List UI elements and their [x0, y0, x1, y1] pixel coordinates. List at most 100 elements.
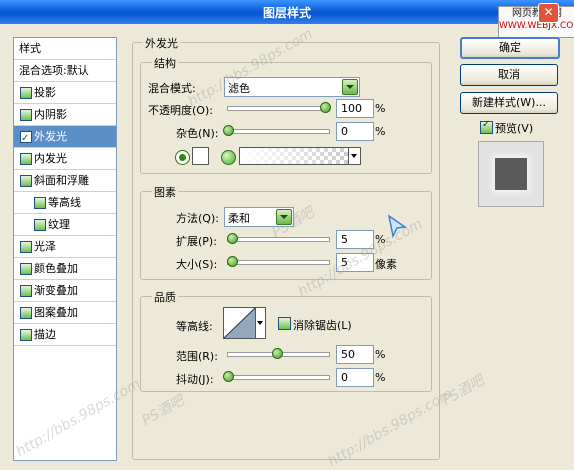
- style-list-item[interactable]: 描边: [14, 324, 116, 346]
- gradient-radio[interactable]: [221, 150, 236, 165]
- opacity-slider-track[interactable]: [227, 106, 330, 111]
- jitter-slider-thumb[interactable]: [223, 371, 234, 382]
- style-list-item-label: 图案叠加: [34, 306, 78, 319]
- close-icon[interactable]: ✕: [538, 3, 559, 23]
- style-list-item-label: 纹理: [48, 218, 70, 231]
- style-checkbox[interactable]: [20, 128, 32, 149]
- style-checkbox[interactable]: [34, 197, 46, 209]
- style-list-item[interactable]: 内发光: [14, 148, 116, 170]
- quality-title: 品质: [152, 289, 178, 305]
- blend-options-item[interactable]: 混合选项:默认: [14, 60, 116, 82]
- noise-label: 杂色(N):: [176, 127, 219, 140]
- title-bar: 图层样式: [0, 0, 574, 24]
- contour-dropdown[interactable]: [255, 307, 266, 339]
- chevron-down-icon: [257, 321, 263, 325]
- jitter-input[interactable]: 0: [336, 368, 374, 387]
- style-list-item[interactable]: 颜色叠加: [14, 258, 116, 280]
- range-input[interactable]: 50: [336, 345, 374, 364]
- corner-watermark: 网页教学网 WWW.WEBJX.COM: [498, 6, 574, 38]
- antialias-checkbox[interactable]: [278, 317, 291, 330]
- style-checkbox[interactable]: [34, 219, 46, 231]
- style-checkbox[interactable]: [20, 109, 32, 121]
- gradient-dropdown[interactable]: [348, 147, 361, 165]
- solid-color-radio[interactable]: [175, 150, 190, 165]
- range-value: 50: [341, 348, 355, 361]
- jitter-value: 0: [341, 371, 348, 384]
- corner-watermark-line1: 网页教学网: [512, 8, 562, 19]
- style-list-item-label: 光泽: [34, 240, 56, 253]
- gradient-swatch[interactable]: [239, 147, 350, 165]
- style-list-item-label: 外发光: [34, 130, 67, 143]
- style-checkbox[interactable]: [20, 263, 32, 275]
- method-value: 柔和: [228, 212, 250, 225]
- spread-value: 5: [341, 233, 348, 246]
- size-unit: 像素: [375, 258, 397, 271]
- style-checkbox[interactable]: [20, 307, 32, 319]
- elements-title: 图素: [152, 184, 178, 200]
- style-list-item-label: 颜色叠加: [34, 262, 78, 275]
- radio-dot-icon: [179, 154, 186, 161]
- style-list-item-label: 描边: [34, 328, 56, 341]
- opacity-slider-thumb[interactable]: [320, 102, 331, 113]
- noise-slider-track[interactable]: [227, 129, 330, 134]
- style-checkbox[interactable]: [20, 329, 32, 341]
- preview-swatch: [495, 158, 527, 190]
- checkmark-icon: ✓: [482, 119, 491, 130]
- style-checkbox[interactable]: [20, 153, 32, 165]
- jitter-label: 抖动(J):: [176, 373, 214, 386]
- spread-slider-thumb[interactable]: [227, 233, 238, 244]
- opacity-unit: %: [375, 102, 386, 115]
- range-label: 范围(R):: [176, 350, 218, 363]
- style-list-header-label: 样式: [19, 42, 41, 55]
- style-list-item[interactable]: 内阴影: [14, 104, 116, 126]
- range-unit: %: [375, 348, 386, 361]
- style-list-item[interactable]: 斜面和浮雕: [14, 170, 116, 192]
- structure-title: 结构: [152, 55, 178, 71]
- style-list-item-label: 等高线: [48, 196, 81, 209]
- antialias-label: 消除锯齿(L): [293, 319, 352, 332]
- noise-input[interactable]: 0: [336, 122, 374, 141]
- opacity-value: 100: [341, 102, 362, 115]
- spread-label: 扩展(P):: [176, 235, 217, 248]
- noise-unit: %: [375, 125, 386, 138]
- chevron-down-icon: [342, 79, 358, 95]
- jitter-slider-track[interactable]: [227, 375, 330, 380]
- preview-thumbnail: [478, 141, 544, 207]
- noise-slider-thumb[interactable]: [223, 125, 234, 136]
- corner-watermark-line2: WWW.WEBJX.COM: [499, 21, 574, 31]
- chevron-down-icon: [351, 154, 357, 158]
- opacity-input[interactable]: 100: [336, 99, 374, 118]
- style-checkbox[interactable]: [20, 285, 32, 297]
- contour-picker[interactable]: [223, 307, 256, 339]
- window-title: 图层样式: [262, 6, 311, 20]
- style-checkbox[interactable]: [20, 175, 32, 187]
- size-label: 大小(S):: [176, 258, 218, 271]
- range-slider-thumb[interactable]: [272, 348, 283, 359]
- color-swatch[interactable]: [192, 147, 209, 165]
- style-list-item[interactable]: 投影: [14, 82, 116, 104]
- new-style-button[interactable]: 新建样式(W)...: [460, 92, 558, 114]
- style-list-item[interactable]: 图案叠加: [14, 302, 116, 324]
- method-label: 方法(Q):: [176, 212, 219, 225]
- style-list-item-label: 内发光: [34, 152, 67, 165]
- contour-curve-icon: [223, 307, 256, 339]
- style-list-item[interactable]: 纹理: [14, 214, 116, 236]
- style-list-item-label: 内阴影: [34, 108, 67, 121]
- style-checkbox[interactable]: [20, 241, 32, 253]
- size-slider-thumb[interactable]: [227, 256, 238, 267]
- style-list-header[interactable]: 样式: [14, 38, 116, 60]
- preview-label: 预览(V): [495, 122, 534, 135]
- style-checkbox[interactable]: [20, 87, 32, 99]
- ok-button[interactable]: 确定: [460, 37, 560, 59]
- jitter-unit: %: [375, 371, 386, 384]
- cancel-button[interactable]: 取消: [460, 64, 558, 86]
- outer-glow-title: 外发光: [143, 35, 180, 51]
- style-list-item[interactable]: 光泽: [14, 236, 116, 258]
- style-list-item[interactable]: 等高线: [14, 192, 116, 214]
- size-slider-track[interactable]: [227, 260, 330, 265]
- noise-value: 0: [341, 125, 348, 138]
- style-list-item[interactable]: 渐变叠加: [14, 280, 116, 302]
- style-list-item-label: 投影: [34, 86, 56, 99]
- style-list-item[interactable]: 外发光: [14, 126, 116, 149]
- preview-checkbox[interactable]: ✓: [480, 119, 493, 134]
